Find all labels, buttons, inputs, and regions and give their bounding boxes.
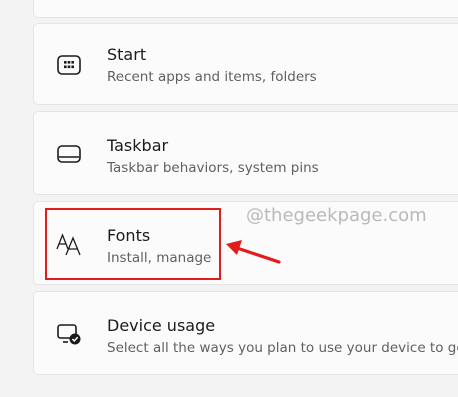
settings-item-description: Taskbar behaviors, system pins bbox=[107, 160, 319, 176]
arrow-icon bbox=[226, 240, 281, 264]
settings-item-title: Fonts bbox=[107, 226, 151, 245]
settings-item-taskbar[interactable]: Taskbar Taskbar behaviors, system pins bbox=[33, 111, 458, 195]
settings-item-description: Install, manage bbox=[107, 250, 212, 266]
taskbar-icon bbox=[55, 140, 83, 168]
settings-item-title: Start bbox=[107, 45, 147, 64]
fonts-icon bbox=[55, 230, 83, 258]
settings-item-title: Device usage bbox=[107, 316, 216, 335]
settings-item-device-usage[interactable]: Device usage Select all the ways you pla… bbox=[33, 291, 458, 375]
settings-item-start[interactable]: Start Recent apps and items, folders bbox=[33, 23, 458, 105]
settings-item-description: Recent apps and items, folders bbox=[107, 69, 317, 85]
device-usage-icon bbox=[55, 320, 83, 348]
settings-item-title: Taskbar bbox=[107, 136, 169, 155]
settings-item-description: Select all the ways you plan to use your… bbox=[107, 340, 458, 356]
watermark-text: @thegeekpage.com bbox=[246, 205, 427, 226]
start-menu-icon bbox=[55, 51, 83, 79]
settings-card-previous[interactable] bbox=[33, 0, 458, 18]
